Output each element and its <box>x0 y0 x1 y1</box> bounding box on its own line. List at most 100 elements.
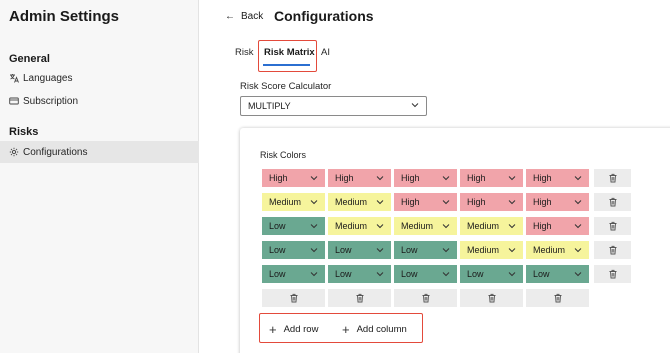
risk-cell-label: Low <box>269 245 286 255</box>
risk-cell[interactable]: Low <box>394 265 457 283</box>
delete-column-button[interactable] <box>262 289 325 307</box>
add-row-label: Add row <box>283 324 319 335</box>
risk-cell-label: Medium <box>269 197 302 207</box>
chevron-down-icon <box>508 224 516 229</box>
chevron-down-icon <box>508 200 516 205</box>
chevron-down-icon <box>376 200 384 205</box>
chevron-down-icon <box>411 103 419 108</box>
delete-row-button[interactable] <box>594 217 631 235</box>
calculator-label: Risk Score Calculator <box>240 81 332 92</box>
risk-cell-label: High <box>269 173 288 183</box>
chevron-down-icon <box>574 224 582 229</box>
risk-cell[interactable]: High <box>526 217 589 235</box>
delete-column-button[interactable] <box>394 289 457 307</box>
risk-cell-label: Medium <box>467 221 500 231</box>
calculator-select[interactable]: MULTIPLY <box>240 96 427 116</box>
risk-cell[interactable]: Low <box>328 241 391 259</box>
sidebar-item-configurations[interactable]: Configurations <box>0 141 199 163</box>
chevron-down-icon <box>574 272 582 277</box>
sidebar-item-languages[interactable]: Languages <box>0 67 199 89</box>
chevron-down-icon <box>442 224 450 229</box>
delete-row-button[interactable] <box>594 265 631 283</box>
risk-cell[interactable]: Low <box>262 217 325 235</box>
risk-cell[interactable]: Medium <box>460 217 523 235</box>
risk-cell[interactable]: High <box>328 169 391 187</box>
risk-cell-label: Low <box>269 221 286 231</box>
app-title: Admin Settings <box>9 8 120 25</box>
gear-icon <box>9 147 19 157</box>
add-column-button[interactable]: + Add column <box>342 323 407 336</box>
trash-icon <box>609 197 616 207</box>
risk-cell[interactable]: Low <box>262 241 325 259</box>
sidebar: Admin Settings General Languages Subscri… <box>0 0 199 353</box>
translate-icon <box>9 73 19 83</box>
risk-cell-label: High <box>533 221 552 231</box>
chevron-down-icon <box>442 272 450 277</box>
risk-cell-label: High <box>335 173 354 183</box>
chevron-down-icon <box>310 224 318 229</box>
risk-cell-label: Medium <box>335 197 368 207</box>
risk-cell-label: High <box>401 173 420 183</box>
risk-cell[interactable]: Medium <box>394 217 457 235</box>
tab-ai[interactable]: AI <box>321 47 330 58</box>
sidebar-item-label: Configurations <box>23 146 88 158</box>
chevron-down-icon <box>310 176 318 181</box>
delete-column-button[interactable] <box>328 289 391 307</box>
risk-cell-label: High <box>401 197 420 207</box>
trash-icon <box>609 221 616 231</box>
risk-cell[interactable]: Low <box>328 265 391 283</box>
chevron-down-icon <box>442 248 450 253</box>
chevron-down-icon <box>574 200 582 205</box>
risk-cell[interactable]: Low <box>262 265 325 283</box>
risk-cell[interactable]: Medium <box>526 241 589 259</box>
risk-cell-label: Medium <box>401 221 434 231</box>
risk-cell[interactable]: High <box>460 193 523 211</box>
page-title: Configurations <box>274 8 374 24</box>
risk-cell[interactable]: High <box>460 169 523 187</box>
risk-cell-label: Medium <box>467 245 500 255</box>
risk-cell[interactable]: Medium <box>328 193 391 211</box>
back-label: Back <box>241 11 264 22</box>
card-icon <box>9 96 19 106</box>
add-row-button[interactable]: + Add row <box>269 323 319 336</box>
delete-column-button[interactable] <box>526 289 589 307</box>
chevron-down-icon <box>310 248 318 253</box>
risk-cell[interactable]: Medium <box>460 241 523 259</box>
trash-icon <box>422 293 429 303</box>
risk-cell-label: Low <box>401 245 418 255</box>
risk-cell[interactable]: High <box>394 169 457 187</box>
risk-cell[interactable]: High <box>526 193 589 211</box>
risk-cell[interactable]: High <box>526 169 589 187</box>
delete-row-button[interactable] <box>594 169 631 187</box>
risk-cell[interactable]: High <box>394 193 457 211</box>
arrow-left-icon: ← <box>225 11 235 22</box>
calculator-value: MULTIPLY <box>248 101 291 111</box>
chevron-down-icon <box>442 176 450 181</box>
chevron-down-icon <box>376 248 384 253</box>
chevron-down-icon <box>508 248 516 253</box>
delete-row-button[interactable] <box>594 241 631 259</box>
tab-risk-matrix[interactable]: Risk Matrix <box>264 47 315 58</box>
risk-cell-label: High <box>533 173 552 183</box>
add-column-label: Add column <box>356 324 407 335</box>
sidebar-item-label: Subscription <box>23 95 79 107</box>
trash-icon <box>554 293 561 303</box>
trash-icon <box>609 269 616 279</box>
risk-cell[interactable]: Medium <box>328 217 391 235</box>
risk-cell[interactable]: Medium <box>262 193 325 211</box>
tab-risk[interactable]: Risk <box>235 47 253 58</box>
risk-cell[interactable]: Low <box>460 265 523 283</box>
delete-row-button[interactable] <box>594 193 631 211</box>
risk-cell[interactable]: Low <box>394 241 457 259</box>
back-button[interactable]: ← Back <box>225 11 263 22</box>
delete-column-button[interactable] <box>460 289 523 307</box>
risk-cell[interactable]: Low <box>526 265 589 283</box>
risk-cell[interactable]: High <box>262 169 325 187</box>
sidebar-item-subscription[interactable]: Subscription <box>0 90 199 112</box>
tab-underline <box>263 64 310 66</box>
section-title-risks: Risks <box>9 126 39 138</box>
section-title-general: General <box>9 53 50 65</box>
trash-icon <box>609 245 616 255</box>
chevron-down-icon <box>310 200 318 205</box>
risk-cell-label: Medium <box>335 221 368 231</box>
